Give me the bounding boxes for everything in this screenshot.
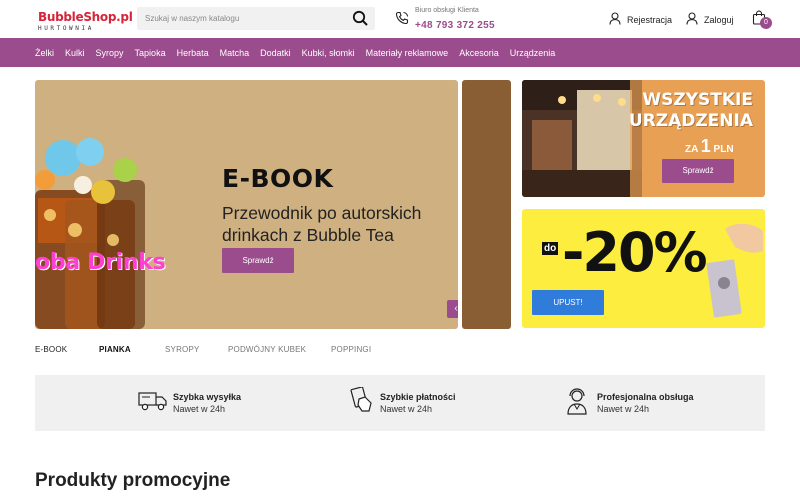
support-agent-icon xyxy=(565,387,589,420)
slide-title: E-BOOK xyxy=(222,164,334,193)
section-title: Produkty promocyjne xyxy=(35,470,231,491)
promo-devices-check-button[interactable]: Sprawdź xyxy=(662,159,734,183)
feature-subtitle: Nawet w 24h xyxy=(173,404,226,414)
nav-item[interactable]: Herbata xyxy=(177,48,209,58)
tab-podwojny-kubek[interactable]: PODWÓJNY KUBEK xyxy=(228,345,306,354)
user-icon xyxy=(686,12,698,27)
user-icon xyxy=(609,12,621,27)
cart-button[interactable]: 0 xyxy=(752,10,772,30)
tab-ebook[interactable]: E-BOOK xyxy=(35,345,67,354)
cart-count-badge: 0 xyxy=(760,17,772,29)
promo-devices-line1: WSZYSTKIE xyxy=(642,90,753,110)
search-bar xyxy=(137,7,375,30)
search-input[interactable] xyxy=(145,11,345,26)
boba-drinks-text: oba Drinks xyxy=(35,250,166,275)
promo-devices-banner[interactable]: WSZYSTKIE URZĄDZENIA ZA 1 PLN Sprawdź xyxy=(522,80,765,197)
nav-item[interactable]: Syropy xyxy=(96,48,124,58)
tab-pianka[interactable]: PIANKA xyxy=(99,345,131,354)
discount-prefix: do xyxy=(542,242,559,255)
tab-syropy[interactable]: SYROPY xyxy=(165,345,200,354)
feature-subtitle: Nawet w 24h xyxy=(597,404,650,414)
nav-item[interactable]: Dodatki xyxy=(260,48,291,58)
next-slide-preview xyxy=(462,80,511,329)
discount-button[interactable]: UPUST! xyxy=(532,290,604,315)
nav-item[interactable]: Kulki xyxy=(65,48,85,58)
logo-subtitle: HURTOWNIA xyxy=(38,25,94,32)
contact-label: Biuro obsługi Klienta xyxy=(415,7,479,14)
nav-item[interactable]: Akcesoria xyxy=(459,48,499,58)
login-link[interactable]: Zaloguj xyxy=(686,12,734,27)
drinks-image xyxy=(35,138,145,329)
nav-item[interactable]: Żelki xyxy=(35,48,54,58)
feature-subtitle: Nawet w 24h xyxy=(380,404,433,414)
promo-devices-price: ZA 1 PLN xyxy=(685,136,734,157)
price-suffix: PLN xyxy=(713,144,734,155)
feature-title: Szybkie płatności xyxy=(380,392,456,402)
phone-icon xyxy=(395,11,409,30)
category-nav: Żelki Kulki Syropy Tapioka Herbata Match… xyxy=(0,38,800,67)
feature-title: Profesjonalna obsługa xyxy=(597,392,694,402)
price-prefix: ZA xyxy=(685,144,698,155)
hero-slider: oba Drinks E-BOOK Przewodnik po autorski… xyxy=(35,80,458,329)
nav-item[interactable]: Tapioka xyxy=(135,48,166,58)
login-label: Zaloguj xyxy=(704,14,734,25)
nav-item[interactable]: Matcha xyxy=(220,48,250,58)
nav-item[interactable]: Kubki, słomki xyxy=(302,48,355,58)
contact-phone[interactable]: +48 793 372 255 xyxy=(415,20,495,31)
price-value: 1 xyxy=(700,136,711,156)
features-bar: Szybka wysyłka Nawet w 24h Szybkie płatn… xyxy=(35,375,765,431)
nav-item[interactable]: Materiały reklamowe xyxy=(366,48,449,58)
register-link[interactable]: Rejestracja xyxy=(609,12,672,27)
slider-prev-button[interactable]: ‹ xyxy=(447,300,458,318)
slide-subtitle: Przewodnik po autorskich drinkach z Bubb… xyxy=(222,203,422,245)
promo-devices-line2: URZĄDZENIA xyxy=(628,111,753,131)
payment-icon xyxy=(350,386,374,418)
feature-title: Szybka wysyłka xyxy=(173,392,242,402)
cafe-image xyxy=(522,80,642,197)
nav-item[interactable]: Urządzenia xyxy=(510,48,556,58)
slide-check-button[interactable]: Sprawdź xyxy=(222,248,294,273)
logo[interactable]: BubbleShop.pl HURTOWNIA xyxy=(38,9,133,32)
register-label: Rejestracja xyxy=(627,14,673,25)
truck-icon xyxy=(138,389,168,418)
promo-discount-banner[interactable]: do -20% UPUST! xyxy=(522,209,765,328)
tab-poppingi[interactable]: POPPINGI xyxy=(331,345,371,354)
promo-devices-title: WSZYSTKIE URZĄDZENIA xyxy=(629,90,753,132)
discount-value: -20% xyxy=(562,221,708,284)
logo-brand: BubbleShop.pl xyxy=(38,10,133,24)
site-header: BubbleShop.pl HURTOWNIA Biuro obsługi Kl… xyxy=(0,0,800,38)
search-icon[interactable] xyxy=(352,10,369,32)
banknote-image xyxy=(706,223,763,318)
